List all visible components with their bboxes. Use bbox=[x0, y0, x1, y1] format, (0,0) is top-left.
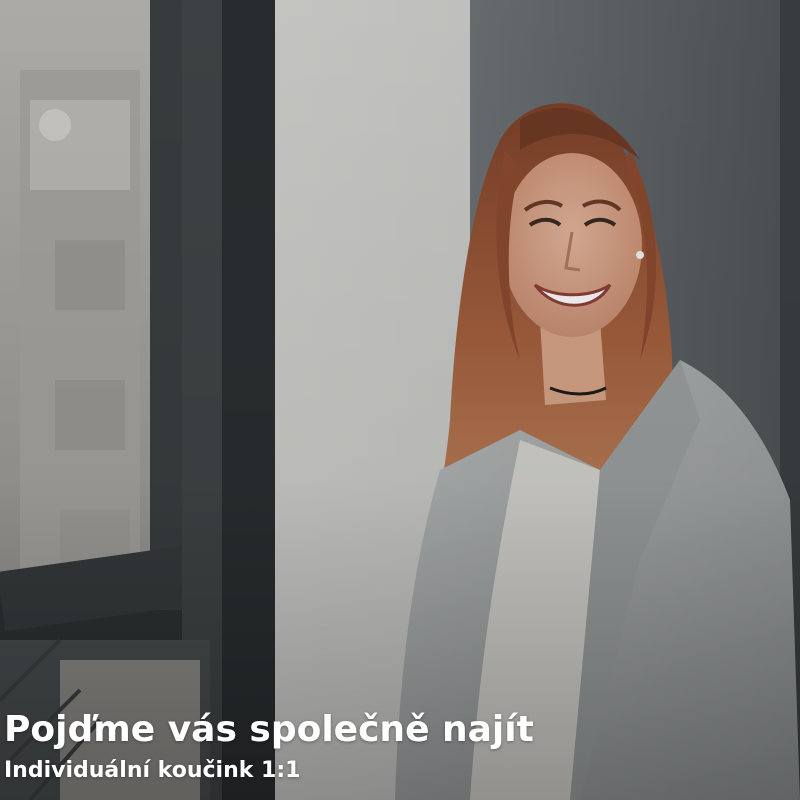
hero-caption: Pojďme vás společně najít Individuální k… bbox=[4, 708, 780, 786]
hero-banner: Pojďme vás společně najít Individuální k… bbox=[0, 0, 800, 800]
hero-photo bbox=[0, 0, 800, 800]
hero-subtitle: Individuální koučink 1:1 bbox=[4, 758, 301, 783]
hero-title: Pojďme vás společně najít bbox=[4, 709, 534, 750]
